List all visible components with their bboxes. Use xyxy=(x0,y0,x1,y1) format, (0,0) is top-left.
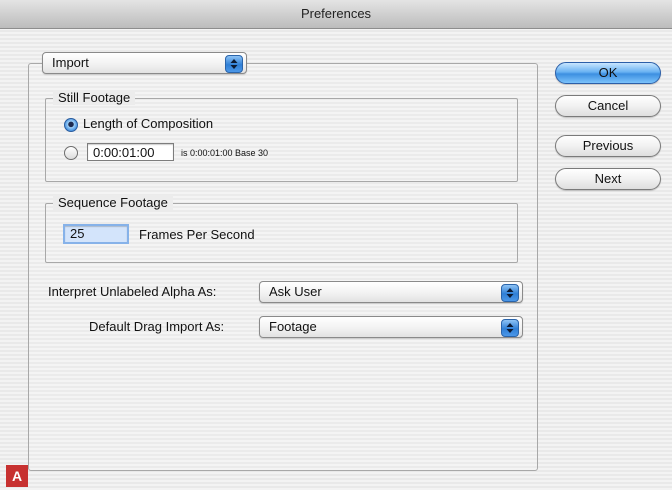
still-footage-group xyxy=(45,98,518,182)
title-bar: Preferences xyxy=(0,0,672,29)
cancel-button[interactable]: Cancel xyxy=(555,95,661,117)
fps-field[interactable]: 25 xyxy=(63,224,129,244)
alpha-popup-value: Ask User xyxy=(269,284,322,299)
alpha-popup[interactable]: Ask User xyxy=(259,281,523,303)
category-popup-value: Import xyxy=(52,55,89,70)
length-of-composition-label[interactable]: Length of Composition xyxy=(83,116,213,131)
drag-import-label: Default Drag Import As: xyxy=(89,319,225,334)
drag-import-popup[interactable]: Footage xyxy=(259,316,523,338)
previous-button[interactable]: Previous xyxy=(555,135,661,157)
custom-duration-radio[interactable] xyxy=(64,146,78,160)
next-button[interactable]: Next xyxy=(555,168,661,190)
drag-import-popup-value: Footage xyxy=(269,319,317,334)
category-popup[interactable]: Import xyxy=(42,52,247,74)
sequence-footage-legend: Sequence Footage xyxy=(53,195,173,210)
corner-badge: A xyxy=(6,465,28,487)
ok-button[interactable]: OK xyxy=(555,62,661,84)
window-title: Preferences xyxy=(300,6,372,21)
length-of-composition-radio[interactable] xyxy=(64,118,78,132)
still-footage-legend: Still Footage xyxy=(53,90,136,105)
duration-field[interactable]: 0:00:01:00 xyxy=(87,143,174,161)
popup-arrows-icon xyxy=(501,284,519,302)
fps-label: Frames Per Second xyxy=(139,227,255,242)
popup-arrows-icon xyxy=(225,55,243,73)
duration-info: is 0:00:01:00 Base 30 xyxy=(181,148,269,158)
alpha-label: Interpret Unlabeled Alpha As: xyxy=(48,284,217,299)
popup-arrows-icon xyxy=(501,319,519,337)
